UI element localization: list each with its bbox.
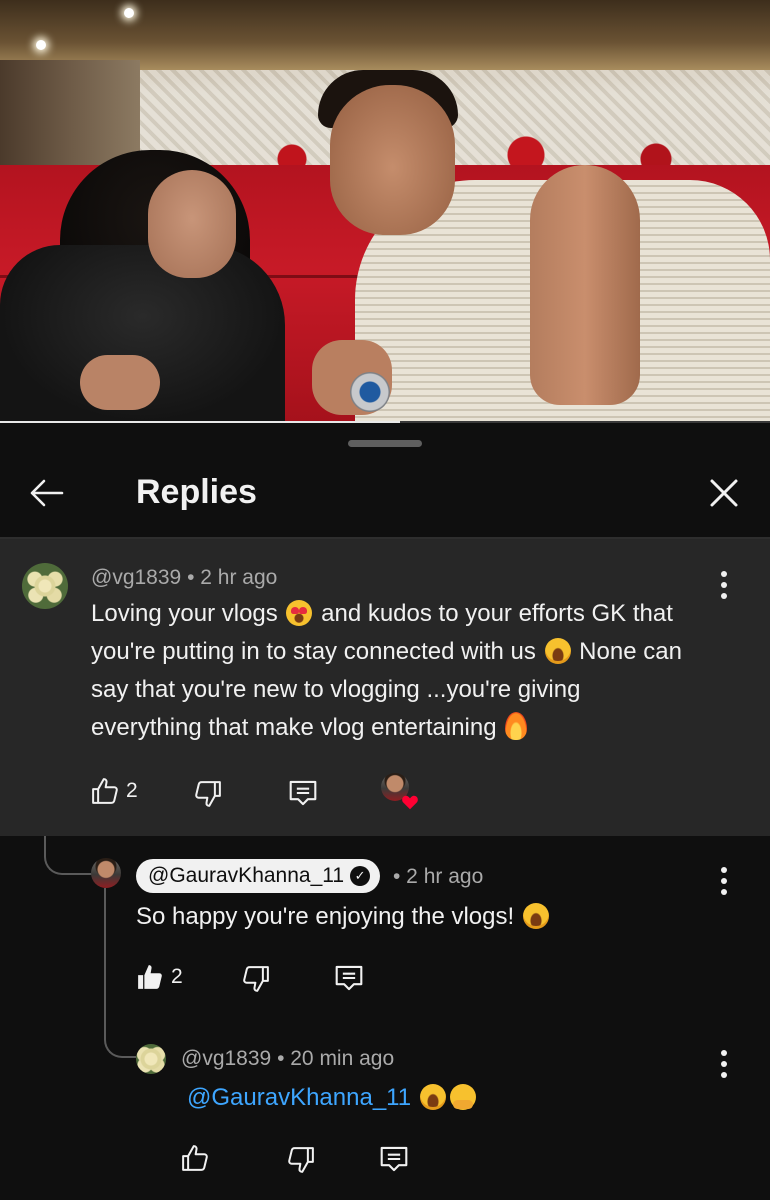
thread-line bbox=[104, 888, 136, 1058]
smiling-face-emoji-icon bbox=[544, 638, 571, 664]
panel-title: Replies bbox=[136, 473, 257, 511]
dislike-button[interactable] bbox=[193, 779, 223, 809]
more-options-button[interactable] bbox=[709, 565, 739, 605]
thumbs-down-icon bbox=[288, 1147, 314, 1173]
like-button[interactable] bbox=[180, 1143, 210, 1173]
dislike-button[interactable] bbox=[241, 964, 271, 994]
comment-time: • 2 hr ago bbox=[393, 865, 484, 888]
back-button[interactable] bbox=[22, 469, 70, 517]
comment-time: • 20 min ago bbox=[277, 1047, 395, 1070]
avatar[interactable] bbox=[91, 858, 121, 888]
avatar[interactable] bbox=[136, 1044, 166, 1074]
thumbs-up-filled-icon bbox=[138, 965, 162, 989]
heart-eyes-emoji-icon bbox=[286, 600, 313, 626]
smiling-face-emoji-icon bbox=[522, 903, 549, 929]
thumbs-up-icon bbox=[182, 1145, 208, 1171]
comment-meta: @vg1839 • 2 hr ago bbox=[91, 566, 277, 590]
comment-author[interactable]: @vg1839 bbox=[181, 1047, 271, 1070]
heart-icon bbox=[402, 795, 418, 810]
comment-text: Loving your vlogs and kudos to your effo… bbox=[91, 595, 691, 747]
video-man-head bbox=[330, 85, 455, 235]
thumbs-down-icon bbox=[195, 781, 221, 807]
like-button[interactable]: 2 bbox=[90, 776, 138, 806]
verified-check-icon: ✓ bbox=[350, 866, 371, 886]
fire-emoji-icon bbox=[505, 712, 528, 740]
creator-heart-badge bbox=[381, 773, 418, 810]
dislike-button[interactable] bbox=[286, 1145, 316, 1175]
video-progress-bar[interactable] bbox=[0, 421, 770, 423]
close-icon bbox=[710, 479, 738, 507]
close-button[interactable] bbox=[700, 469, 748, 517]
more-options-button[interactable] bbox=[709, 1044, 739, 1084]
video-woman-hand bbox=[80, 355, 160, 410]
comment-icon bbox=[335, 965, 363, 991]
like-button[interactable]: 2 bbox=[135, 962, 183, 992]
drag-handle[interactable] bbox=[348, 440, 422, 447]
like-count: 2 bbox=[171, 965, 183, 988]
creator-handle-chip[interactable]: @GauravKhanna_11 ✓ bbox=[136, 859, 381, 893]
comment-text: So happy you're enjoying the vlogs! bbox=[136, 898, 696, 936]
reply-button[interactable] bbox=[287, 778, 319, 808]
parent-comment: @vg1839 • 2 hr ago Loving your vlogs and… bbox=[0, 539, 770, 836]
hugging-face-emoji-icon bbox=[449, 1084, 476, 1110]
video-progress-fill bbox=[0, 421, 401, 423]
ceiling-light bbox=[124, 8, 134, 18]
comment-author: @GauravKhanna_11 bbox=[148, 864, 345, 887]
video-man-arm bbox=[530, 165, 640, 405]
panel-header: Replies bbox=[0, 455, 770, 537]
more-options-button[interactable] bbox=[709, 861, 739, 901]
video-woman-face bbox=[148, 170, 236, 278]
thumbs-up-icon bbox=[92, 778, 118, 804]
mention-link[interactable]: @GauravKhanna_11 bbox=[187, 1084, 411, 1111]
video-player[interactable] bbox=[0, 0, 770, 423]
comment-time: • 2 hr ago bbox=[187, 566, 278, 589]
comment-author[interactable]: @vg1839 bbox=[91, 566, 181, 589]
thumbs-down-icon bbox=[243, 966, 269, 992]
comment-icon bbox=[380, 1146, 408, 1172]
like-count: 2 bbox=[126, 779, 138, 802]
comment-text-part: Loving your vlogs bbox=[91, 600, 285, 627]
comment-text-part: So happy you're enjoying the vlogs! bbox=[136, 903, 521, 930]
reply-button[interactable] bbox=[378, 1144, 410, 1174]
smiling-face-emoji-icon bbox=[419, 1084, 446, 1110]
comment-meta: @vg1839 • 20 min ago bbox=[181, 1047, 394, 1071]
replies-panel: Replies @vg1839 • 2 hr ago Loving your v… bbox=[0, 425, 770, 1200]
avatar[interactable] bbox=[22, 563, 68, 609]
comment-text: @GauravKhanna_11 bbox=[187, 1079, 687, 1117]
video-watch bbox=[350, 372, 390, 412]
comment-icon bbox=[289, 780, 317, 806]
ceiling-light bbox=[36, 40, 46, 50]
reply-button[interactable] bbox=[333, 963, 365, 993]
arrow-left-icon bbox=[30, 479, 64, 507]
